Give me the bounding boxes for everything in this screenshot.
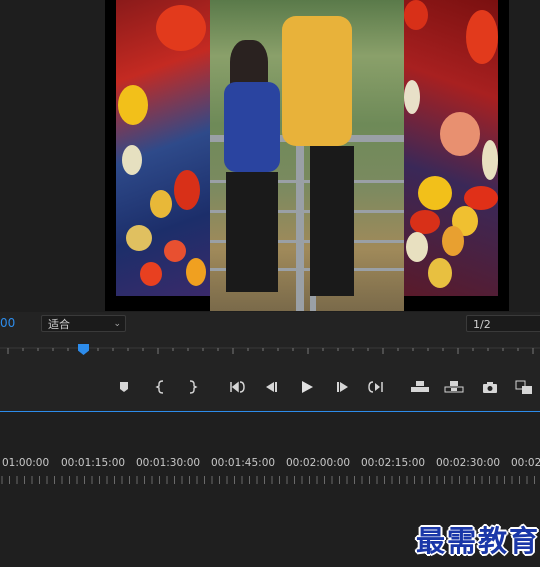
step-forward-button[interactable]	[334, 378, 352, 396]
insert-button[interactable]	[410, 378, 429, 396]
overwrite-icon	[444, 381, 464, 393]
chevron-down-icon: ⌄	[113, 319, 121, 329]
program-monitor	[0, 0, 540, 312]
zoom-fit-dropdown[interactable]: 适合 ⌄	[41, 315, 126, 332]
timeline-ruler-ticks[interactable]	[0, 472, 540, 486]
zoom-fit-label: 适合	[48, 318, 70, 331]
button-editor-icon	[515, 380, 532, 394]
mark-out-button[interactable]	[183, 378, 201, 396]
timeline-timecode-label: 00:02:00:00	[286, 457, 351, 469]
timeline-timecode-label: 00:02:30:00	[436, 457, 501, 469]
insert-icon	[411, 381, 429, 392]
go-to-in-button[interactable]	[228, 378, 246, 396]
timeline-timecode-label: 00:01:45:00	[211, 457, 276, 469]
go-to-out-button[interactable]	[367, 378, 385, 396]
lanterns-left-image	[116, 0, 210, 296]
go-to-in-icon	[230, 381, 245, 393]
camera-icon	[483, 382, 497, 393]
timeline-timecode-label: 01:00:00	[2, 457, 50, 469]
playback-resolution-dropdown[interactable]: 1/2	[466, 315, 540, 332]
overwrite-button[interactable]	[444, 378, 464, 396]
two-people-image	[210, 0, 404, 311]
export-frame-button[interactable]	[481, 378, 499, 396]
button-editor-button[interactable]	[514, 378, 532, 396]
playhead-timecode[interactable]: 00	[0, 316, 15, 330]
play-icon	[302, 381, 313, 393]
lanterns-right-image	[404, 0, 498, 296]
go-to-out-icon	[368, 381, 383, 393]
timeline-timecode-label: 00:02	[511, 457, 540, 469]
mark-in-icon	[155, 380, 164, 394]
step-back-button[interactable]	[262, 378, 280, 396]
add-marker-button[interactable]	[115, 378, 133, 396]
playback-resolution-label: 1/2	[473, 318, 491, 331]
timeline-timecode-label: 00:01:30:00	[136, 457, 201, 469]
mark-in-button[interactable]	[152, 378, 170, 396]
video-frame[interactable]	[105, 0, 509, 311]
step-forward-icon	[337, 382, 348, 392]
marker-icon	[120, 382, 128, 392]
play-button[interactable]	[298, 378, 316, 396]
step-back-icon	[266, 382, 277, 392]
timeline-timecode-label: 00:01:15:00	[61, 457, 126, 469]
timeline-timecode-label: 00:02:15:00	[361, 457, 426, 469]
watermark-logo: 最需教育	[416, 524, 540, 558]
mark-out-icon	[189, 380, 198, 394]
